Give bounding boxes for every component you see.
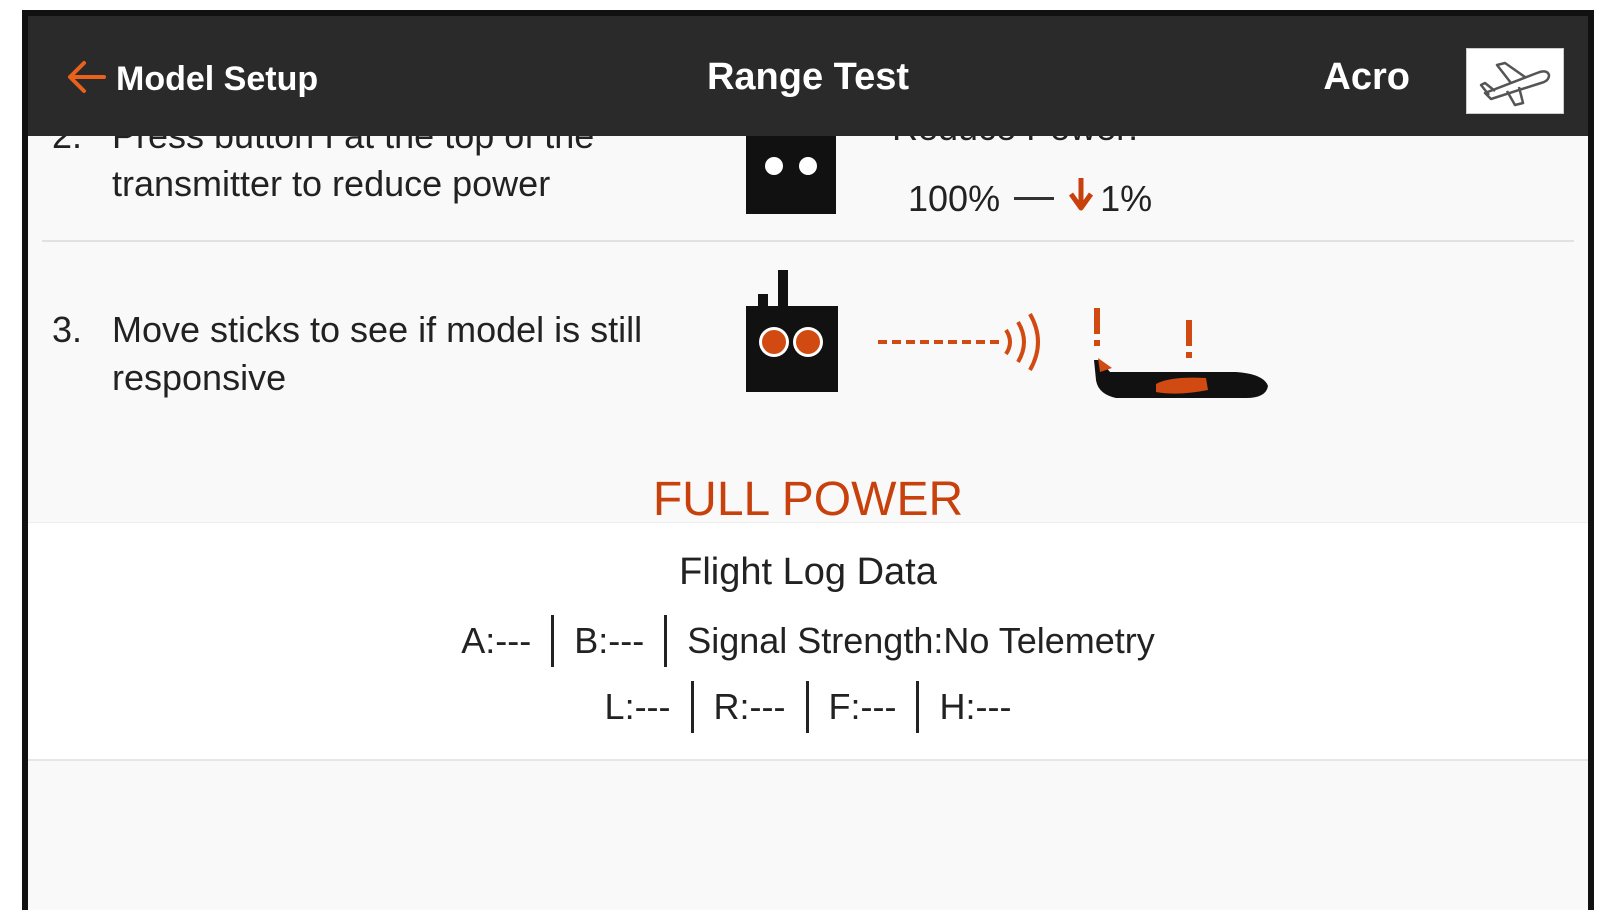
- step-2-text-line2: transmitter to reduce power: [112, 163, 551, 204]
- step-3-text-line2: responsive: [112, 357, 287, 398]
- flight-log-title: Flight Log Data: [679, 551, 937, 593]
- top-bar: Model Setup Range Test Acro: [28, 16, 1588, 136]
- step-3-text-line1: Move sticks to see if model is still: [112, 309, 643, 350]
- log-h: H:---: [939, 686, 1012, 727]
- log-signal-strength: Signal Strength:No Telemetry: [687, 620, 1155, 661]
- flight-log-row-1: A:--- B:--- Signal Strength:No Telemetry: [28, 615, 1588, 667]
- separator: [916, 681, 920, 733]
- separator: [664, 615, 668, 667]
- power-from: 100%: [908, 177, 1001, 219]
- screen-frame: Model Setup Range Test Acro 2. Press but…: [22, 10, 1594, 910]
- flight-mode-label: Acro: [1323, 56, 1410, 98]
- airplane-alert-icon: [1086, 306, 1276, 407]
- log-l: L:---: [604, 686, 671, 727]
- transmitter-icon: [744, 130, 838, 221]
- dash-line: [1014, 197, 1055, 200]
- power-status: FULL POWER: [652, 473, 964, 526]
- step-2: 2. Press button I at the top of the tran…: [28, 107, 1588, 246]
- separator: [805, 681, 809, 733]
- down-arrow-icon: [1068, 176, 1094, 221]
- flight-log-panel: Flight Log Data A:--- B:--- Signal Strengt…: [28, 522, 1588, 761]
- power-to: 1%: [1100, 177, 1153, 219]
- transmitter-sticks-icon: [744, 270, 840, 399]
- step-3-number: 3.: [52, 309, 83, 350]
- separator: [690, 681, 694, 733]
- log-a: A:---: [461, 620, 532, 661]
- power-change: 100% 1%: [908, 176, 1152, 221]
- signal-waves-icon: [878, 312, 1058, 377]
- log-f: F:---: [828, 686, 897, 727]
- log-r: R:---: [713, 686, 786, 727]
- airplane-icon: [1467, 61, 1563, 117]
- divider: [42, 240, 1574, 242]
- model-type-button[interactable]: [1466, 48, 1564, 114]
- log-b: B:---: [574, 620, 645, 661]
- separator: [551, 615, 555, 667]
- flight-log-row-2: L:--- R:--- F:--- H:---: [28, 681, 1588, 733]
